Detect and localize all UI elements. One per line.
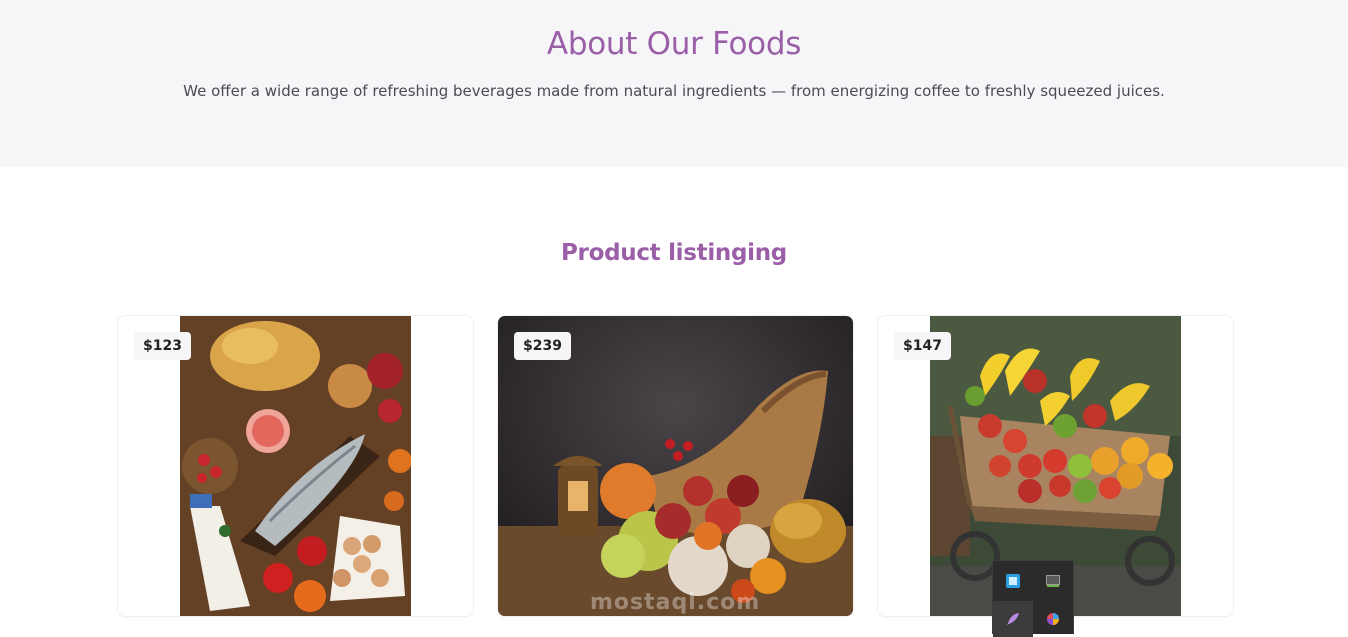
- product-card[interactable]: $239: [498, 316, 853, 616]
- product-image[interactable]: [180, 316, 411, 616]
- tray-overflow-panel: [992, 560, 1074, 637]
- about-title: About Our Foods: [546, 26, 802, 62]
- about-section: About Our Foods We offer a wide range of…: [0, 0, 1348, 167]
- price-badge: $147: [894, 332, 951, 360]
- product-image[interactable]: [498, 316, 853, 616]
- app-icon[interactable]: [993, 563, 1033, 599]
- monitor-icon[interactable]: [1033, 563, 1073, 599]
- about-description: We offer a wide range of refreshing beve…: [183, 82, 1165, 100]
- watermark: mostaql.com: [590, 590, 761, 615]
- feather-icon[interactable]: [993, 601, 1033, 637]
- product-card[interactable]: $123: [118, 316, 473, 616]
- price-badge: $123: [134, 332, 191, 360]
- copilot-icon[interactable]: [1033, 601, 1073, 637]
- price-badge: $239: [514, 332, 571, 360]
- product-listing-title: Product listinging: [561, 240, 787, 266]
